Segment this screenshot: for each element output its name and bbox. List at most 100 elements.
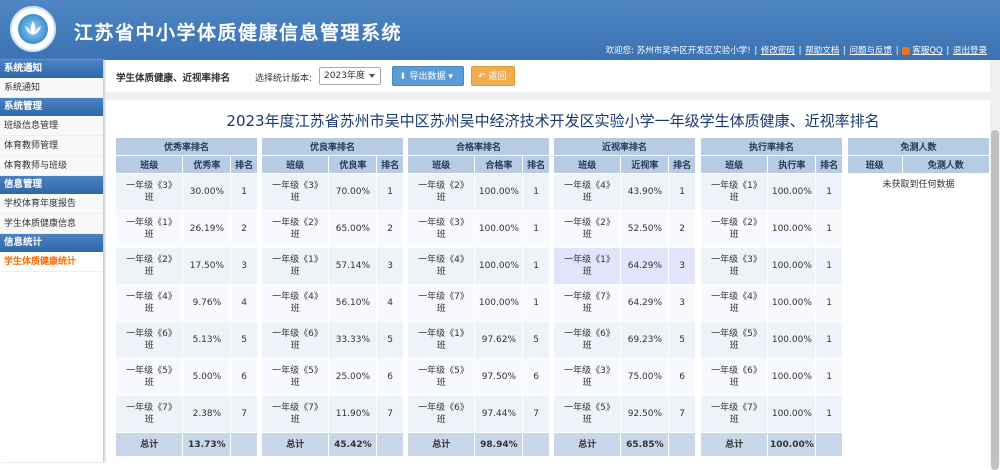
sidebar-heading-system: 系统管理 xyxy=(0,98,103,116)
table-cell: 3 xyxy=(668,247,696,285)
app-header: 江苏省中小学体质健康信息管理系统 欢迎您: 苏州市吴中区开发区实验小学! | 修… xyxy=(0,0,1000,60)
export-button[interactable]: ⬇ 导出数据 ▾ xyxy=(392,66,464,86)
table-cell: 64.29% xyxy=(620,247,670,285)
table-row: 一年级《2》班 17.50% 3 xyxy=(114,247,258,285)
table-cell: 5 xyxy=(230,321,258,359)
table-cell: 一年级《2》班 xyxy=(260,210,330,248)
table-cell: 1 xyxy=(230,173,258,211)
table-cell: 1 xyxy=(522,247,550,285)
total-cell: 总计 xyxy=(114,432,184,457)
sidebar-item-class-info[interactable]: 班级信息管理 xyxy=(0,116,103,136)
back-button[interactable]: ↶ 返回 xyxy=(471,66,515,86)
change-password-link[interactable]: 修改密码 xyxy=(761,46,795,56)
total-cell xyxy=(668,432,696,457)
ranking-table: 优秀率排名 班级 优秀率 排名 一年级《3》班 30.00% 1 一年级《1》班 26.19% 2… xyxy=(114,137,258,457)
download-icon: ⬇ xyxy=(399,72,407,82)
table-cell: 56.10% xyxy=(328,284,378,322)
welcome-text: 欢迎您: 苏州市吴中区开发区实验小学! xyxy=(605,46,751,56)
table-cell: 一年级《5》班 xyxy=(260,358,330,396)
table-cell: 92.50% xyxy=(620,395,670,433)
sidebar-item-pe-teacher[interactable]: 体育教师管理 xyxy=(0,136,103,156)
table-title: 执行率排名 xyxy=(700,137,843,156)
total-cell xyxy=(230,432,258,457)
table-row: 一年级《1》班 26.19% 2 xyxy=(114,210,258,248)
table-cell: 1 xyxy=(815,173,843,211)
feedback-link[interactable]: 问题与反馈 xyxy=(850,46,893,56)
table-cell: 97.62% xyxy=(474,321,524,359)
table-cell: 9.76% xyxy=(182,284,232,322)
table-cell: 100.00% xyxy=(474,210,524,248)
table-total-row: 总计 100.00% xyxy=(699,432,843,457)
table-cell: 57.14% xyxy=(328,247,378,285)
toolbar: 学生体质健康、近视率排名 选择统计版本: 2023年度 ⬇ 导出数据 ▾ ↶ 返回 xyxy=(110,62,990,92)
column-header: 近视率 xyxy=(620,155,670,174)
sidebar-item-health-info[interactable]: 学生体质健康信息 xyxy=(0,214,103,234)
table-cell: 3 xyxy=(376,247,404,285)
table-cell: 100.00% xyxy=(767,358,817,396)
table-cell: 17.50% xyxy=(182,247,232,285)
table-cell: 一年级《1》班 xyxy=(260,247,330,285)
table-cell: 一年级《4》班 xyxy=(114,284,184,322)
table-cell: 一年级《4》班 xyxy=(552,173,622,211)
table-cell: 一年级《6》班 xyxy=(406,395,476,433)
table-cell: 69.23% xyxy=(620,321,670,359)
total-cell: 100.00% xyxy=(767,432,817,457)
support-qq-link[interactable]: 客服QQ xyxy=(912,46,942,56)
table-cell: 5.00% xyxy=(182,358,232,396)
table-row: 一年级《1》班 100.00% 1 xyxy=(699,173,843,211)
total-cell: 总计 xyxy=(552,432,622,457)
table-cell: 一年级《7》班 xyxy=(699,395,769,433)
table-cell: 一年级《6》班 xyxy=(260,321,330,359)
sidebar-item-teacher-class[interactable]: 体育教师与班级 xyxy=(0,156,103,176)
table-cell: 75.00% xyxy=(620,358,670,396)
column-header: 排名 xyxy=(230,155,258,174)
app-title: 江苏省中小学体质健康信息管理系统 xyxy=(74,22,403,44)
table-title: 合格率排名 xyxy=(407,137,550,156)
table-title: 免测人数 xyxy=(847,137,990,156)
table-cell: 97.50% xyxy=(474,358,524,396)
table-total-row: 总计 45.42% xyxy=(260,432,404,457)
table-row: 一年级《3》班 100.00% 1 xyxy=(699,247,843,285)
table-row: 一年级《3》班 100.00% 1 xyxy=(406,210,550,248)
table-row: 一年级《3》班 70.00% 1 xyxy=(260,173,404,211)
table-row: 一年级《5》班 100.00% 1 xyxy=(699,321,843,359)
back-label: 返回 xyxy=(488,72,507,82)
sidebar-item-notice[interactable]: 系统通知 xyxy=(0,78,103,98)
export-label: 导出数据 xyxy=(409,72,446,82)
help-doc-link[interactable]: 帮助文档 xyxy=(805,46,839,56)
table-cell: 100.00% xyxy=(474,247,524,285)
table-cell: 30.00% xyxy=(182,173,232,211)
table-cell: 1 xyxy=(815,358,843,396)
total-cell xyxy=(376,432,404,457)
table-row: 一年级《4》班 56.10% 4 xyxy=(260,284,404,322)
table-cell: 3 xyxy=(230,247,258,285)
table-cell: 5 xyxy=(376,321,404,359)
table-cell: 6 xyxy=(376,358,404,396)
total-cell xyxy=(522,432,550,457)
total-cell xyxy=(815,432,843,457)
table-cell: 7 xyxy=(376,395,404,433)
sidebar-item-annual-report[interactable]: 学校体育年度报告 xyxy=(0,194,103,214)
total-cell: 45.42% xyxy=(328,432,378,457)
table-cell: 一年级《6》班 xyxy=(114,321,184,359)
table-cell: 52.50% xyxy=(620,210,670,248)
table-row: 一年级《2》班 100.00% 1 xyxy=(699,210,843,248)
caret-down-icon: ▾ xyxy=(445,72,453,82)
column-header: 执行率 xyxy=(767,155,817,174)
logout-link[interactable]: 退出登录 xyxy=(953,46,987,56)
table-title: 近视率排名 xyxy=(553,137,696,156)
column-header: 班级 xyxy=(847,155,903,174)
total-cell: 总计 xyxy=(699,432,769,457)
version-select[interactable]: 2023年度 xyxy=(319,67,381,85)
table-row: 一年级《5》班 25.00% 6 xyxy=(260,358,404,396)
vertical-scrollbar[interactable] xyxy=(990,60,1000,470)
sidebar-item-health-stats[interactable]: 学生体质健康统计 xyxy=(0,252,103,272)
table-cell: 7 xyxy=(668,395,696,433)
table-row: 一年级《7》班 100.00% 1 xyxy=(699,395,843,433)
version-select-value: 2023年度 xyxy=(324,71,365,81)
scrollbar-thumb[interactable] xyxy=(991,130,999,470)
table-cell: 100.00% xyxy=(767,321,817,359)
table-cell: 4 xyxy=(230,284,258,322)
table-title: 优良率排名 xyxy=(261,137,404,156)
table-cell: 7 xyxy=(230,395,258,433)
